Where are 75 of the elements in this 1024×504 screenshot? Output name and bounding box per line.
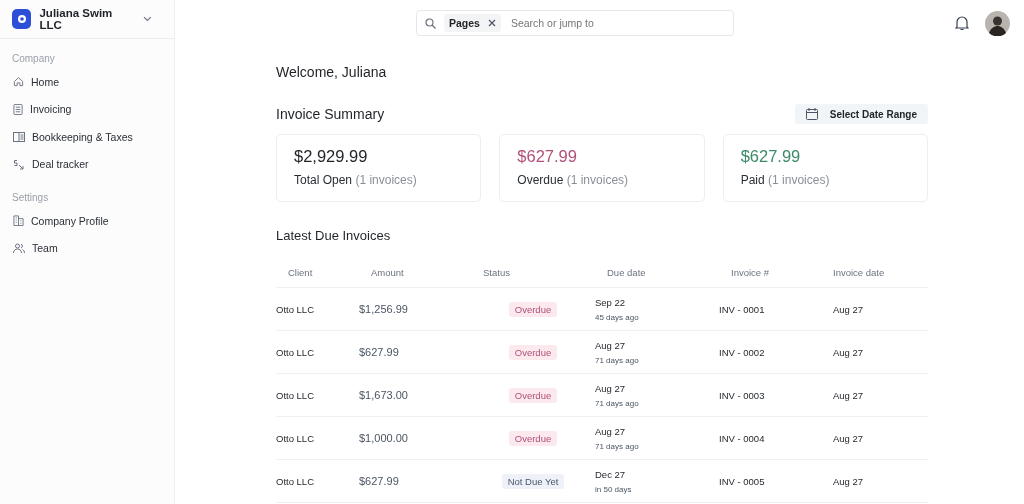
calendar-icon xyxy=(805,108,818,120)
status-badge: Overdue xyxy=(508,387,558,403)
search-field[interactable]: Pages Search or jump to xyxy=(416,10,734,36)
home-icon xyxy=(13,76,24,88)
chevron-down-icon[interactable] xyxy=(143,16,152,22)
team-icon xyxy=(13,242,25,254)
column-header: Status xyxy=(482,266,511,278)
card-label: Total Open (1 invoices) xyxy=(294,173,418,187)
status-badge: Overdue xyxy=(508,344,558,360)
due-relative: 71 days ago xyxy=(595,398,640,408)
card-label: Paid (1 invoices) xyxy=(740,173,831,187)
column-header: Client xyxy=(287,266,314,278)
card-amount: $627.99 xyxy=(740,147,802,166)
filter-chip[interactable]: Pages xyxy=(444,14,501,32)
sidebar-item[interactable]: Home xyxy=(0,68,174,96)
sidebar-item[interactable]: Bookkeeping & Taxes xyxy=(0,123,174,151)
sidebar-item[interactable]: Company Profile xyxy=(0,207,174,235)
invoice-date: Aug 27 xyxy=(832,346,865,358)
invoice-date: Aug 27 xyxy=(832,475,865,487)
card-amount: $2,929.99 xyxy=(294,147,369,166)
invoice-date: Aug 27 xyxy=(832,432,865,444)
sidebar-item[interactable]: Deal tracker xyxy=(0,150,174,178)
amount-cell-text: $627.99 xyxy=(359,346,400,358)
status-badge: Not Due Yet xyxy=(501,473,565,489)
close-icon[interactable] xyxy=(487,19,496,27)
due-date: Sep 22 xyxy=(595,296,627,308)
status-badge: Overdue xyxy=(508,301,558,317)
sidebar-item[interactable]: Invoicing xyxy=(0,95,174,123)
due-date: Dec 27 xyxy=(595,468,627,480)
due-date: Aug 27 xyxy=(595,339,627,351)
bell-icon[interactable] xyxy=(955,15,969,31)
list-icon xyxy=(13,103,23,115)
book-icon xyxy=(13,131,25,142)
amount-cell-text: $1,673.00 xyxy=(359,389,409,401)
card-label: Overdue (1 invoices) xyxy=(517,173,630,187)
invoice-date: Aug 27 xyxy=(832,389,865,401)
sidebar-item[interactable]: Team xyxy=(0,234,174,262)
amount-cell-text: $1,256.99 xyxy=(359,303,409,315)
invoice-number: INV - 0004 xyxy=(719,432,766,444)
column-header: Amount xyxy=(370,266,405,278)
amount-cell-text: $1,000.00 xyxy=(359,432,409,444)
invoice-date: Aug 27 xyxy=(832,303,865,315)
due-relative: in 50 days xyxy=(595,484,633,494)
search-icon xyxy=(425,17,436,29)
deal-icon xyxy=(13,158,25,170)
section-heading: Latest Due Invoices xyxy=(276,228,392,243)
column-header: Due date xyxy=(606,266,647,278)
invoice-number: INV - 0003 xyxy=(719,389,766,401)
card-amount: $627.99 xyxy=(517,147,578,166)
due-date: Aug 27 xyxy=(595,382,627,394)
due-relative: 71 days ago xyxy=(595,441,640,451)
amount-cell-text: $627.99 xyxy=(359,475,400,487)
column-header: Invoice # xyxy=(730,266,771,278)
client-cell-text: Otto LLC xyxy=(276,389,316,401)
company-name[interactable]: Juliana Swim LLC xyxy=(39,7,136,31)
invoice-number: INV - 0005 xyxy=(719,475,766,487)
section-title: Company xyxy=(11,52,56,66)
due-date: Aug 27 xyxy=(595,425,627,437)
invoice-number: INV - 0001 xyxy=(719,303,766,315)
client-cell-text: Otto LLC xyxy=(276,346,316,358)
invoice-number: INV - 0002 xyxy=(719,346,766,358)
building-icon xyxy=(13,215,24,227)
client-cell-text: Otto LLC xyxy=(276,475,316,487)
section-title: Settings xyxy=(11,191,50,205)
due-relative: 45 days ago xyxy=(595,312,640,322)
section-heading: Invoice Summary xyxy=(276,106,385,122)
due-relative: 71 days ago xyxy=(595,355,640,365)
client-cell-text: Otto LLC xyxy=(276,303,316,315)
company-logo-icon xyxy=(12,9,32,29)
welcome-heading: Welcome, Juliana xyxy=(276,64,388,82)
status-badge: Overdue xyxy=(508,430,558,446)
date-range-button[interactable]: Select Date Range xyxy=(794,104,928,124)
avatar[interactable] xyxy=(985,10,1010,36)
column-header: Invoice date xyxy=(832,266,886,278)
client-cell-text: Otto LLC xyxy=(276,432,316,444)
